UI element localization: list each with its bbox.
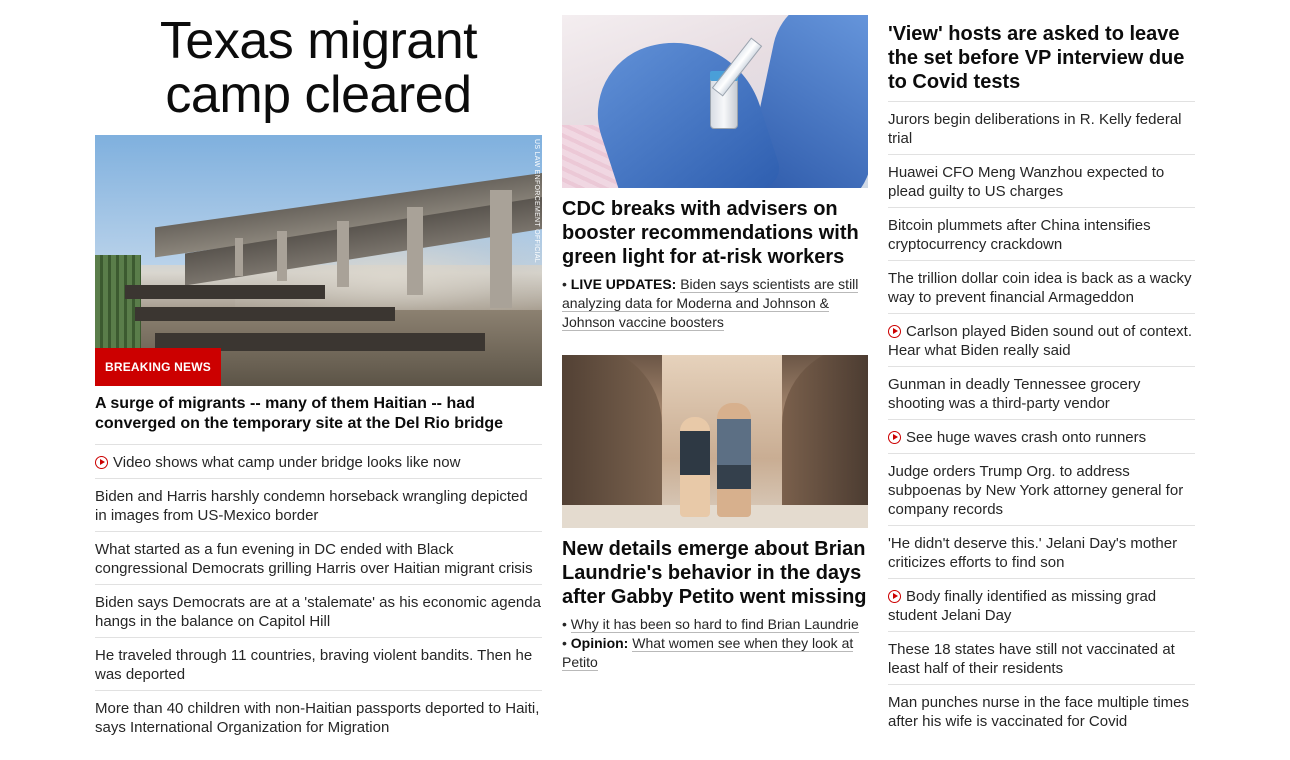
vaccine-image[interactable] xyxy=(562,15,868,188)
list-item-text: Body finally identified as missing grad … xyxy=(888,588,1157,624)
list-item-text: Biden and Harris harshly condemn horseba… xyxy=(95,488,528,524)
list-item-text: Judge orders Trump Org. to address subpo… xyxy=(888,463,1184,518)
canyon-image-floor xyxy=(562,505,868,528)
list-item[interactable]: Man punches nurse in the face multiple t… xyxy=(888,685,1195,737)
bullet-label: Opinion: xyxy=(570,635,629,651)
related-stories-list: Video shows what camp under bridge looks… xyxy=(95,445,542,743)
play-circle-icon xyxy=(95,456,108,469)
hero-headline-link[interactable]: A surge of migrants -- many of them Hait… xyxy=(95,394,542,445)
bullet-label: LIVE UPDATES: xyxy=(570,276,677,292)
bullet-link[interactable]: • LIVE UPDATES: Biden says scientists ar… xyxy=(562,275,868,332)
hero-image-step xyxy=(125,285,325,299)
canyon-image-wall xyxy=(562,355,662,528)
bullet-link[interactable]: • Why it has been so hard to find Brian … xyxy=(562,615,868,634)
list-item-text: What started as a fun evening in DC ende… xyxy=(95,541,533,577)
list-item-text: Video shows what camp under bridge looks… xyxy=(113,454,461,471)
list-item[interactable]: Video shows what camp under bridge looks… xyxy=(95,445,542,479)
breaking-news-badge: BREAKING NEWS xyxy=(95,348,221,386)
top-story-column: Texas migrant camp cleared US LAW ENFORC… xyxy=(95,14,542,743)
story-bullets-cdc: • LIVE UPDATES: Biden says scientists ar… xyxy=(562,275,868,332)
hero-image[interactable]: US LAW ENFORCEMENT OFFICIAL BREAKING NEW… xyxy=(95,135,542,386)
list-item[interactable]: Bitcoin plummets after China intensifies… xyxy=(888,208,1195,261)
list-item[interactable]: These 18 states have still not vaccinate… xyxy=(888,632,1195,685)
hero-image-pillar xyxy=(235,238,243,276)
canyon-image-person xyxy=(717,403,751,517)
list-item[interactable]: He traveled through 11 countries, bravin… xyxy=(95,638,542,691)
list-item-text: Jurors begin deliberations in R. Kelly f… xyxy=(888,111,1182,147)
list-item[interactable]: What started as a fun evening in DC ende… xyxy=(95,532,542,585)
secondary-stories-column: CDC breaks with advisers on booster reco… xyxy=(562,15,868,672)
list-item-text: Carlson played Biden sound out of contex… xyxy=(888,323,1193,359)
headlines-list: Jurors begin deliberations in R. Kelly f… xyxy=(888,102,1195,737)
list-item-text: Huawei CFO Meng Wanzhou expected to plea… xyxy=(888,164,1165,200)
list-item[interactable]: Huawei CFO Meng Wanzhou expected to plea… xyxy=(888,155,1195,208)
play-circle-icon xyxy=(888,431,901,444)
banner-headline[interactable]: Texas migrant camp cleared xyxy=(95,14,542,122)
list-item[interactable]: Carlson played Biden sound out of contex… xyxy=(888,314,1195,367)
list-item-text: Bitcoin plummets after China intensifies… xyxy=(888,217,1151,253)
hero-image-pillar xyxy=(490,190,512,308)
canyon-image-wall xyxy=(782,355,868,528)
list-item[interactable]: Jurors begin deliberations in R. Kelly f… xyxy=(888,102,1195,155)
bullet-dot: • xyxy=(562,276,571,292)
hero-image-step xyxy=(135,307,395,321)
list-item[interactable]: Gunman in deadly Tennessee grocery shoot… xyxy=(888,367,1195,420)
list-item[interactable]: See huge waves crash onto runners xyxy=(888,420,1195,454)
play-circle-icon xyxy=(888,590,901,603)
list-item-text: Man punches nurse in the face multiple t… xyxy=(888,694,1189,730)
hero-image-pillar xyxy=(277,231,287,281)
list-item[interactable]: 'He didn't deserve this.' Jelani Day's m… xyxy=(888,526,1195,579)
list-item[interactable]: The trillion dollar coin idea is back as… xyxy=(888,261,1195,314)
list-item-text: These 18 states have still not vaccinate… xyxy=(888,641,1175,677)
story-headline-cdc[interactable]: CDC breaks with advisers on booster reco… xyxy=(562,197,868,269)
play-circle-icon xyxy=(888,325,901,338)
lead-headline-link[interactable]: 'View' hosts are asked to leave the set … xyxy=(888,22,1195,102)
hero-image-pillar xyxy=(337,221,349,287)
hero-image-pillar xyxy=(407,207,423,295)
image-credit: US LAW ENFORCEMENT OFFICIAL xyxy=(533,139,540,263)
list-item[interactable]: Body finally identified as missing grad … xyxy=(888,579,1195,632)
list-item[interactable]: More than 40 children with non-Haitian p… xyxy=(95,691,542,743)
bullet-link[interactable]: • Opinion: What women see when they look… xyxy=(562,634,868,672)
bullet-text: Why it has been so hard to find Brian La… xyxy=(570,616,859,633)
list-item-text: The trillion dollar coin idea is back as… xyxy=(888,270,1192,306)
list-item-text: More than 40 children with non-Haitian p… xyxy=(95,700,540,736)
bullet-dot: • xyxy=(562,616,571,632)
story-headline-laundrie[interactable]: New details emerge about Brian Laundrie'… xyxy=(562,537,868,609)
list-item-text: See huge waves crash onto runners xyxy=(906,429,1147,446)
list-item[interactable]: Judge orders Trump Org. to address subpo… xyxy=(888,454,1195,526)
bullet-dot: • xyxy=(562,635,571,651)
hero-image-barrier xyxy=(95,255,141,350)
canyon-image-person xyxy=(680,417,710,517)
list-item-text: He traveled through 11 countries, bravin… xyxy=(95,647,533,683)
story-bullets-laundrie: • Why it has been so hard to find Brian … xyxy=(562,615,868,672)
list-item-text: Biden says Democrats are at a 'stalemate… xyxy=(95,594,541,630)
list-item[interactable]: Biden and Harris harshly condemn horseba… xyxy=(95,479,542,532)
list-item-text: 'He didn't deserve this.' Jelani Day's m… xyxy=(888,535,1178,571)
list-item[interactable]: Biden says Democrats are at a 'stalemate… xyxy=(95,585,542,638)
list-item-text: Gunman in deadly Tennessee grocery shoot… xyxy=(888,376,1141,412)
canyon-couple-image[interactable] xyxy=(562,355,868,528)
headlines-column: 'View' hosts are asked to leave the set … xyxy=(888,22,1195,737)
